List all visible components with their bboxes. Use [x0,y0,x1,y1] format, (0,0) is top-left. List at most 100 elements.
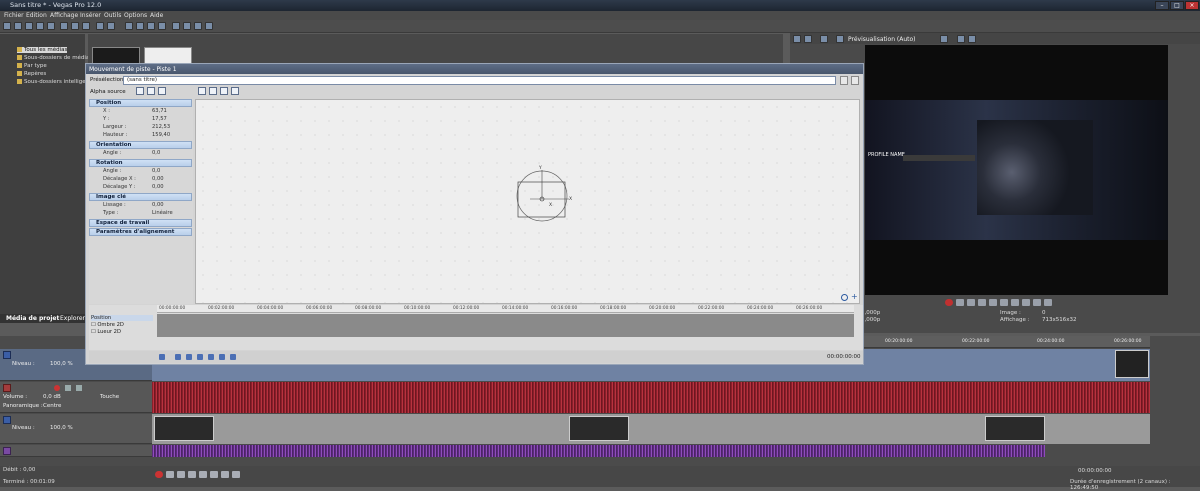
save-snapshot-icon[interactable] [968,35,976,43]
tree-item-markers[interactable]: Repères [17,71,46,77]
prevent-movement-x-icon[interactable] [220,87,228,95]
copy-icon[interactable] [71,22,79,30]
section-rotation[interactable]: Rotation [89,159,192,167]
delete-keyframe-icon[interactable] [230,354,236,360]
tree-item-smart-bins[interactable]: Sous-dossiers intelligents [17,79,94,85]
keyframe-lane[interactable] [157,314,854,337]
enable-snapping-icon[interactable] [147,87,155,95]
solo-icon[interactable] [76,385,82,391]
auto-ripple-icon[interactable] [147,22,155,30]
open-icon[interactable] [14,22,22,30]
next-keyframe-icon[interactable] [197,354,203,360]
menu-outils[interactable]: Outils [104,12,121,19]
tab-explorer[interactable]: Explorer [60,315,85,322]
copy-snapshot-icon[interactable] [957,35,965,43]
cut-icon[interactable] [60,22,68,30]
zoom-icon[interactable] [841,294,848,301]
section-orientation[interactable]: Orientation [89,141,192,149]
enable-rotation-icon[interactable] [158,87,166,95]
tree-item-subfolders[interactable]: Sous-dossiers de médias [17,55,92,61]
sync-cursor-icon[interactable] [159,354,165,360]
maximize-button[interactable]: □ [1170,1,1184,10]
auto-crossfade-icon[interactable] [136,22,144,30]
track-lane-audio-4[interactable] [152,445,1045,457]
undo-icon[interactable] [96,22,104,30]
previous-frame-icon[interactable] [1033,299,1041,306]
new-icon[interactable] [3,22,11,30]
go-to-end-icon[interactable] [232,471,240,478]
render-icon[interactable] [47,22,55,30]
preset-dropdown[interactable]: (sans titre) [123,76,836,85]
next-frame-icon[interactable] [1044,299,1052,306]
menu-inserer[interactable]: Insérer [80,12,101,19]
kf-row-shadow[interactable]: ☐ Ombre 2D [91,322,124,328]
paste-icon[interactable] [82,22,90,30]
preview-properties-icon[interactable] [793,35,801,43]
redo-icon[interactable] [107,22,115,30]
level-value[interactable]: 100,0 % [50,361,73,367]
preview-quality-label[interactable]: Prévisualisation (Auto) [848,36,916,43]
go-to-start-icon[interactable] [221,471,229,478]
loop-icon[interactable] [166,471,174,478]
arm-record-icon[interactable] [54,385,60,391]
section-alignment[interactable]: Paramètres d'alignement [89,228,192,236]
motion-frame-gizmo[interactable]: Y X X [196,100,861,305]
tree-item-all-media[interactable]: Tous les médias [17,47,68,53]
menu-affichage[interactable]: Affichage [50,12,78,19]
track-header-audio-2[interactable]: Volume : 0,0 dB Touche Panoramique : Cen… [0,382,152,413]
first-keyframe-icon[interactable] [175,354,181,360]
tab-project-media[interactable]: Média de projet [6,315,59,322]
properties-icon[interactable] [36,22,44,30]
track-header-video-3[interactable]: Niveau : 100,0 % [0,414,152,444]
snap-icon[interactable] [125,22,133,30]
pause-icon[interactable] [989,299,997,306]
video-clip[interactable] [985,416,1045,441]
tree-item-by-type[interactable]: Par type [17,63,47,69]
edit-in-place-icon[interactable] [136,87,144,95]
mute-icon[interactable] [65,385,71,391]
alpha-source-dropdown[interactable]: Alpha source [90,89,126,95]
pan-value[interactable]: Centre [43,403,61,409]
zoom-tool-icon[interactable] [205,22,213,30]
video-clip[interactable] [1115,350,1149,378]
section-position[interactable]: Position [89,99,192,107]
save-preset-icon[interactable] [840,76,848,85]
menu-edition[interactable]: Edition [26,12,47,19]
go-to-end-icon[interactable] [1022,299,1030,306]
delete-preset-icon[interactable] [851,76,859,85]
play-from-start-icon[interactable] [967,299,975,306]
keyframe-ruler[interactable]: 00:00:00:00 00:02:00:00 00:04:00:00 00:0… [157,305,854,313]
dialog-title-bar[interactable]: Mouvement de piste - Piste 1 [86,64,863,74]
video-clip[interactable] [154,416,214,441]
move-icon[interactable]: + [851,293,858,301]
track-lane-audio-2[interactable] [152,382,1150,413]
preview-screen[interactable]: PROFILE NAME [865,45,1168,295]
section-keyframe[interactable]: Image clé [89,193,192,201]
go-to-start-icon[interactable] [1011,299,1019,306]
pause-icon[interactable] [199,471,207,478]
kf-row-position[interactable]: Position [91,315,153,321]
lock-envelopes-icon[interactable] [158,22,166,30]
menu-aide[interactable]: Aide [150,12,163,19]
track-lane-video-3[interactable] [152,414,1150,444]
external-monitor-icon[interactable] [804,35,812,43]
selection-tool-icon[interactable] [194,22,202,30]
normal-edit-tool-icon[interactable] [172,22,180,30]
kf-row-glow[interactable]: ☐ Lueur 2D [91,329,121,335]
minimize-button[interactable]: – [1155,1,1169,10]
lock-aspect-ratio-icon[interactable] [198,87,206,95]
stop-icon[interactable] [1000,299,1008,306]
level-value[interactable]: 100,0 % [50,425,73,431]
save-icon[interactable] [25,22,33,30]
track-header-audio-4[interactable] [0,445,152,457]
split-screen-icon[interactable] [820,35,828,43]
overlays-icon[interactable] [940,35,948,43]
play-icon[interactable] [978,299,986,306]
record-button[interactable] [155,471,163,478]
section-workspace[interactable]: Espace de travail [89,219,192,227]
scale-about-center-icon[interactable] [209,87,217,95]
video-clip[interactable] [569,416,629,441]
motion-canvas[interactable]: Y X X + [195,99,860,304]
close-button[interactable]: × [1185,1,1199,10]
last-keyframe-icon[interactable] [208,354,214,360]
